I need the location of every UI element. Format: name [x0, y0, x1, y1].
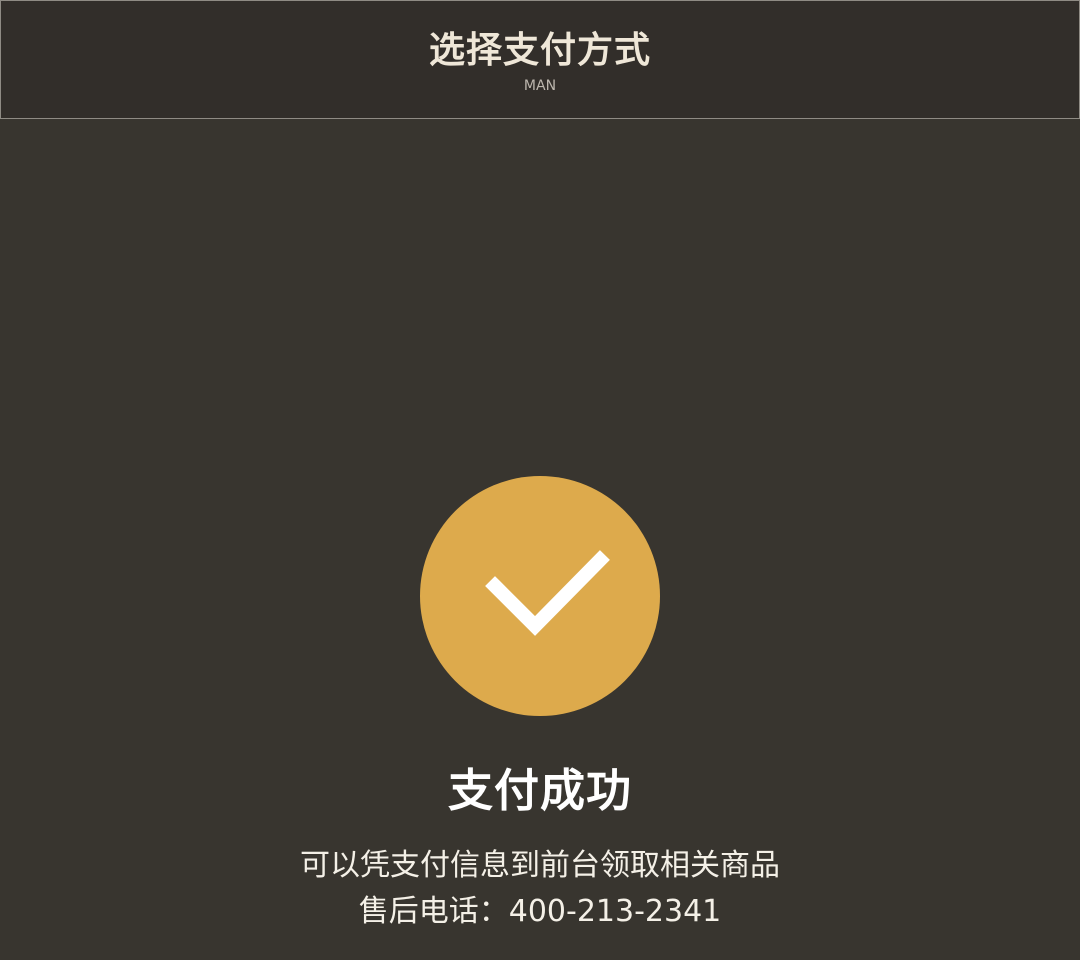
page-subtitle: MAN	[523, 78, 557, 94]
pickup-message: 可以凭支付信息到前台领取相关商品	[300, 848, 780, 883]
after-sales-hotline: 售后电话：400-213-2341	[0, 892, 1080, 932]
hotline-number: 400-213-2341	[508, 894, 722, 929]
hotline-label: 售后电话：	[358, 894, 509, 929]
payment-success-page: 选择支付方式 MAN 支付成功 可以凭支付信息到前台领取相关商品 售后电话：40…	[0, 0, 1080, 960]
checkmark-icon	[485, 550, 610, 636]
payment-success-title: 支付成功	[447, 764, 632, 817]
header: 选择支付方式 MAN	[0, 0, 1080, 119]
page-title: 选择支付方式	[428, 30, 651, 71]
success-badge	[420, 476, 660, 716]
